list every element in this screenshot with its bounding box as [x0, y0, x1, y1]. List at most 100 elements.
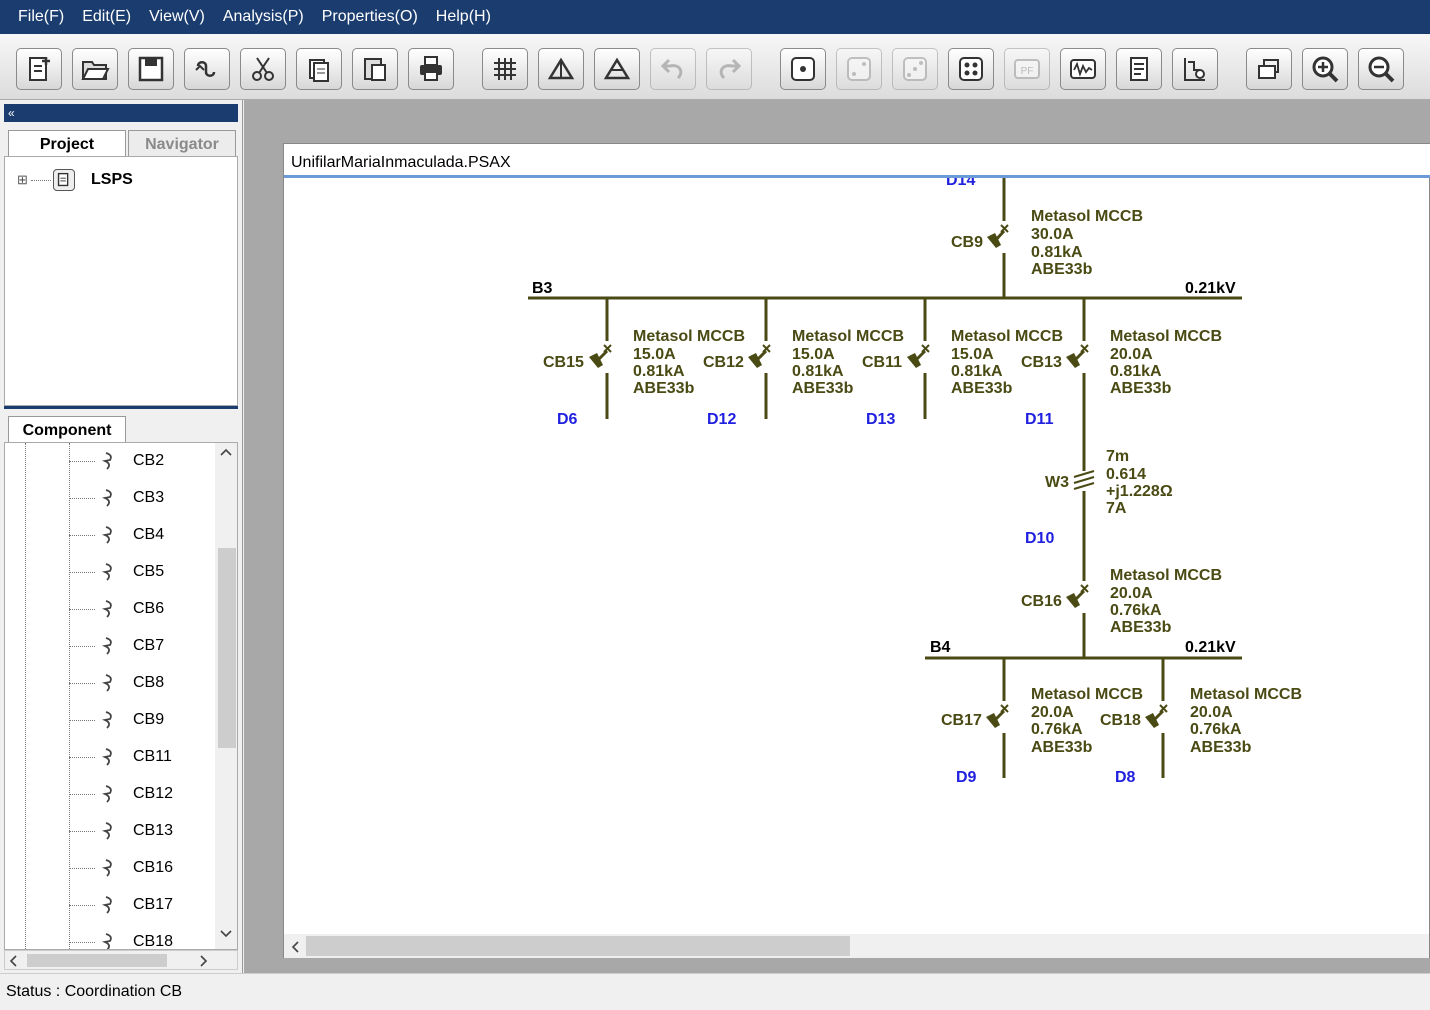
scroll-right-icon[interactable] [199, 954, 209, 968]
collapse-panel-button[interactable]: « [4, 104, 238, 122]
cb9-name: CB9 [951, 234, 983, 251]
cut-button[interactable] [240, 48, 286, 90]
zoom-out-button[interactable] [1358, 48, 1404, 90]
w3-name: W3 [1045, 474, 1069, 491]
component-vertical-scrollbar[interactable] [215, 443, 237, 949]
tab-project[interactable]: Project [8, 130, 126, 158]
component-item-label: CB9 [133, 711, 165, 728]
scrollbar-thumb[interactable] [306, 936, 850, 956]
menu-edit[interactable]: Edit(E) [82, 8, 131, 26]
cb16-name: CB16 [1021, 593, 1062, 610]
component-item[interactable]: CB3 [5, 480, 215, 517]
component-item[interactable]: CB5 [5, 554, 215, 591]
component-item[interactable]: CB17 [5, 887, 215, 924]
component-item-label: CB6 [133, 600, 165, 617]
one-line-diagram-canvas[interactable]: D14 CB9 Metasol MCCB 30.0A 0.81kA ABE33b… [284, 178, 1429, 934]
four-dot-button[interactable] [948, 48, 994, 90]
component-item[interactable]: CB4 [5, 517, 215, 554]
component-item[interactable]: CB2 [5, 443, 215, 480]
component-item[interactable]: CB13 [5, 813, 215, 850]
component-item[interactable]: CB12 [5, 776, 215, 813]
cb13-name: CB13 [1021, 354, 1062, 371]
paste-icon [364, 58, 386, 81]
component-item[interactable]: CB18 [5, 924, 215, 950]
scroll-left-icon[interactable] [290, 940, 300, 954]
cb17-line4: ABE33b [1031, 739, 1093, 756]
menu-file[interactable]: File(F) [18, 8, 64, 26]
print-button[interactable] [408, 48, 454, 90]
menu-view[interactable]: View(V) [149, 8, 205, 26]
paste-button[interactable] [352, 48, 398, 90]
menu-properties[interactable]: Properties(O) [322, 8, 418, 26]
copy-button[interactable] [296, 48, 342, 90]
project-root-label[interactable]: LSPS [91, 171, 133, 189]
panel-splitter[interactable] [4, 406, 238, 409]
scroll-down-icon[interactable] [219, 929, 233, 939]
zoom-in-button[interactable] [1302, 48, 1348, 90]
two-dot-button[interactable] [836, 48, 882, 90]
tree-connector [69, 757, 95, 758]
component-tree: CB2 CB3 CB4 CB5 CB6 CB7 CB8 CB9 CB11 CB12 CB13 CB16… [4, 442, 238, 950]
zoom-out-icon [1368, 56, 1395, 83]
undo-button[interactable] [650, 48, 696, 90]
chart-search-button[interactable] [1172, 48, 1218, 90]
component-horizontal-scrollbar[interactable] [4, 950, 238, 970]
component-item-label: CB3 [133, 489, 165, 506]
component-item[interactable]: CB7 [5, 628, 215, 665]
scrollbar-thumb[interactable] [218, 548, 236, 748]
component-item[interactable]: CB11 [5, 739, 215, 776]
component-item[interactable]: CB16 [5, 850, 215, 887]
component-item-label: CB7 [133, 637, 165, 654]
node-d11-label: D11 [1025, 411, 1054, 428]
bus-b3-voltage: 0.21kV [1185, 280, 1236, 297]
menu-analysis[interactable]: Analysis(P) [223, 8, 304, 26]
breaker-icon [101, 785, 112, 803]
cb9-line3: 0.81kA [1031, 244, 1083, 261]
w3-line3: +j1.228Ω [1106, 483, 1173, 500]
breaker-icon [101, 674, 112, 692]
tab-component[interactable]: Component [8, 416, 126, 444]
diagonal-dot-button[interactable] [892, 48, 938, 90]
component-item-label: CB4 [133, 526, 165, 543]
grid-button[interactable] [482, 48, 528, 90]
component-item-label: CB12 [133, 785, 174, 802]
cb12-info-line1: Metasol MCCB [633, 328, 745, 345]
pf-button[interactable]: PF [1004, 48, 1050, 90]
save-button[interactable] [128, 48, 174, 90]
scroll-up-icon[interactable] [219, 447, 233, 457]
component-item[interactable]: CB6 [5, 591, 215, 628]
cb13-info-line1: Metasol MCCB [951, 328, 1063, 345]
breaker-icon [101, 748, 112, 766]
w3-line1: 7m [1106, 448, 1129, 465]
save-icon [138, 56, 164, 82]
component-item[interactable]: CB8 [5, 665, 215, 702]
document-horizontal-scrollbar[interactable] [284, 934, 1429, 958]
tab-navigator[interactable]: Navigator [128, 130, 236, 158]
cb17-name: CB17 [941, 712, 982, 729]
tree-connector [69, 609, 95, 610]
waveform-icon [1070, 59, 1096, 79]
breaker-icon [101, 896, 112, 914]
rotate-right-button[interactable] [594, 48, 640, 90]
component-item[interactable]: CB9 [5, 702, 215, 739]
window-button[interactable] [1246, 48, 1292, 90]
scroll-left-icon[interactable] [8, 954, 18, 968]
cb17-line1: Metasol MCCB [1031, 686, 1143, 703]
redo-button[interactable] [706, 48, 752, 90]
scrollbar-thumb[interactable] [27, 954, 167, 967]
waveform-button[interactable] [1060, 48, 1106, 90]
rotate-left-button[interactable] [538, 48, 584, 90]
cb18-line3: 0.76kA [1190, 721, 1242, 738]
menu-help[interactable]: Help(H) [436, 8, 491, 26]
status-bar: Status : Coordination CB [0, 973, 1430, 1006]
breaker-icon [101, 933, 112, 949]
open-button[interactable] [72, 48, 118, 90]
tree-expand-icon[interactable]: ⊞ [17, 172, 28, 188]
single-dot-button[interactable] [780, 48, 826, 90]
new-file-button[interactable] [16, 48, 62, 90]
link-button[interactable] [184, 48, 230, 90]
breaker-icon [101, 859, 112, 877]
report-button[interactable] [1116, 48, 1162, 90]
component-item-label: CB13 [133, 822, 174, 839]
component-item-label: CB18 [133, 933, 174, 950]
